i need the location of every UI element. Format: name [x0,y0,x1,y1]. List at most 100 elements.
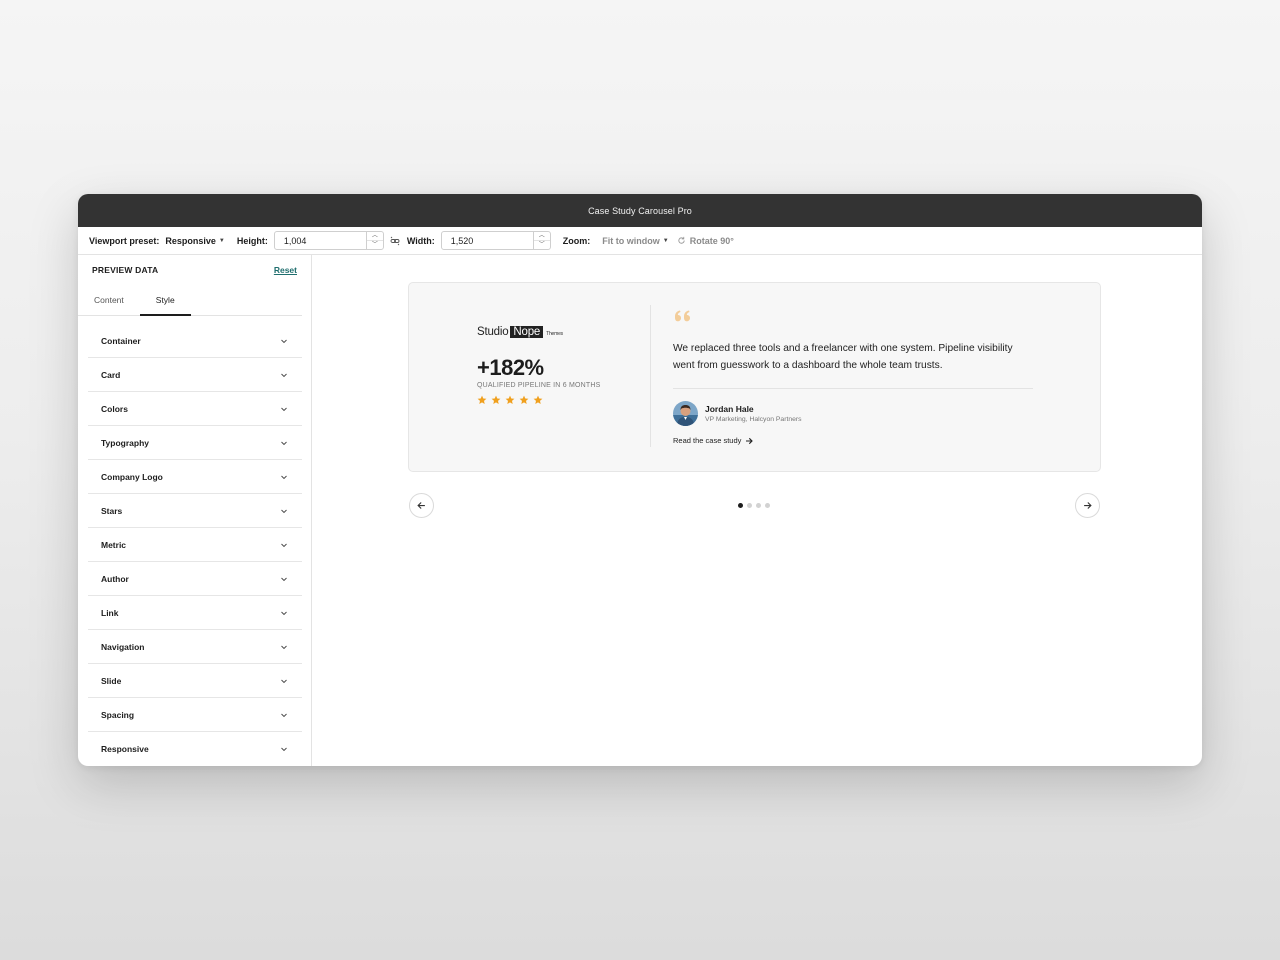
style-section-slide[interactable]: Slide [88,664,302,698]
star-icon [505,395,515,404]
caret-down-icon: ▼ [218,237,225,244]
zoom-label: Zoom: [562,235,591,246]
viewport-preset-value: Responsive [165,235,216,246]
style-section-navigation[interactable]: Navigation [88,630,302,664]
style-section-container[interactable]: Container [88,324,302,358]
width-label: Width: [406,235,435,246]
app-window: Case Study Carousel Pro Viewport preset:… [78,194,1202,766]
chevron-down-icon [280,609,288,617]
chevron-down-icon [280,337,288,345]
arrow-right-icon [1084,502,1092,509]
arrow-right-icon [745,437,754,445]
chevron-down-icon [280,371,288,379]
testimonial-quote: We replaced three tools and a freelancer… [673,343,1013,371]
style-section-author[interactable]: Author [88,562,302,596]
width-stepper: ︿ ﹀ [532,232,550,249]
height-increment-icon[interactable]: ︿ [367,232,383,240]
case-study-card: Studio Nope Themes +182% QUALIFIED PIPEL… [408,282,1101,472]
height-stepper: ︿ ﹀ [365,232,383,249]
rotate-icon [677,236,686,245]
sidebar-tabs: Content Style [78,285,302,316]
carousel-dot[interactable] [747,503,752,508]
carousel-pagination [738,503,770,508]
metric-label: QUALIFIED PIPELINE IN 6 MONTHS [477,382,601,389]
style-section-label: Spacing [101,709,135,720]
style-section-typography[interactable]: Typography [88,426,302,460]
arrow-left-icon [417,502,425,509]
window-titlebar: Case Study Carousel Pro [78,194,1202,227]
viewport-preset-select[interactable]: Responsive ▼ [165,236,224,246]
carousel-dot[interactable] [765,503,770,508]
carousel-dot[interactable] [738,503,743,508]
sidebar-header: PREVIEW DATA Reset [78,255,311,285]
style-section-company-logo[interactable]: Company Logo [88,460,302,494]
height-field: ︿ ﹀ [273,231,384,250]
author-name: Jordan Hale [705,404,754,414]
rotate-label: Rotate 90° [689,235,734,246]
style-section-link[interactable]: Link [88,596,302,630]
height-input[interactable] [274,232,366,249]
style-section-spacing[interactable]: Spacing [88,698,302,732]
carousel-prev-button[interactable] [409,493,434,518]
tab-content[interactable]: Content [78,285,140,315]
height-decrement-icon[interactable]: ﹀ [366,240,383,249]
lock-aspect-icon[interactable] [390,235,401,246]
style-section-label: Navigation [101,641,145,652]
read-case-study-label: Read the case study [673,436,742,445]
width-decrement-icon[interactable]: ﹀ [533,240,550,249]
width-increment-icon[interactable]: ︿ [534,232,550,240]
carousel-next-button[interactable] [1075,493,1100,518]
height-label: Height: [236,235,268,246]
sidebar-title: PREVIEW DATA [92,265,159,275]
style-section-responsive[interactable]: Responsive [88,732,302,766]
width-input[interactable] [441,232,533,249]
width-field: ︿ ﹀ [440,231,551,250]
preview-toolbar: Viewport preset: Responsive ▼ Height: ︿ … [78,227,1202,255]
chevron-down-icon [280,643,288,651]
preview-canvas: Studio Nope Themes +182% QUALIFIED PIPEL… [312,255,1202,766]
style-section-label: Container [101,335,141,346]
star-icon [533,395,543,404]
card-metric-column: Studio Nope Themes +182% QUALIFIED PIPEL… [477,325,637,405]
style-section-label: Author [101,573,129,584]
reset-link[interactable]: Reset [274,265,297,275]
read-case-study-link[interactable]: Read the case study [673,436,1033,445]
rotate-button[interactable]: Rotate 90° [677,236,734,246]
logo-word-nope: Nope [510,326,544,338]
chevron-down-icon [280,541,288,549]
style-sections-list: Container Card Colors Typography Company Log… [78,316,311,766]
chevron-down-icon [280,405,288,413]
logo-word-studio: Studio [477,326,509,338]
style-section-stars[interactable]: Stars [88,494,302,528]
star-rating [477,395,637,405]
style-section-metric[interactable]: Metric [88,528,302,562]
card-quote-column: We replaced three tools and a freelancer… [673,309,1033,445]
chevron-down-icon [280,439,288,447]
metric-value: +182% [477,355,544,380]
carousel-dot[interactable] [756,503,761,508]
caret-down-icon: ▼ [662,237,669,244]
star-icon [477,395,487,404]
chevron-down-icon [280,507,288,515]
avatar [673,401,698,426]
style-section-colors[interactable]: Colors [88,392,302,426]
style-section-label: Slide [101,675,122,686]
window-title: Case Study Carousel Pro [588,205,692,216]
style-section-card[interactable]: Card [88,358,302,392]
logo-word-themes: Themes [546,331,563,337]
chevron-down-icon [280,677,288,685]
style-section-label: Typography [101,437,150,448]
quote-icon [675,310,690,322]
style-section-label: Link [101,607,119,618]
quote-divider [673,388,1033,389]
author-role: VP Marketing, Halcyon Partners [705,416,802,423]
zoom-select[interactable]: Fit to window ▼ [602,236,668,246]
main-area: PREVIEW DATA Reset Content Style Contain… [78,255,1202,766]
star-icon [491,395,501,404]
author-block: Jordan Hale VP Marketing, Halcyon Partne… [673,401,1033,426]
style-section-label: Responsive [101,744,149,754]
chevron-down-icon [280,745,288,753]
card-divider [650,305,651,447]
tab-style[interactable]: Style [139,285,191,316]
chevron-down-icon [280,575,288,583]
